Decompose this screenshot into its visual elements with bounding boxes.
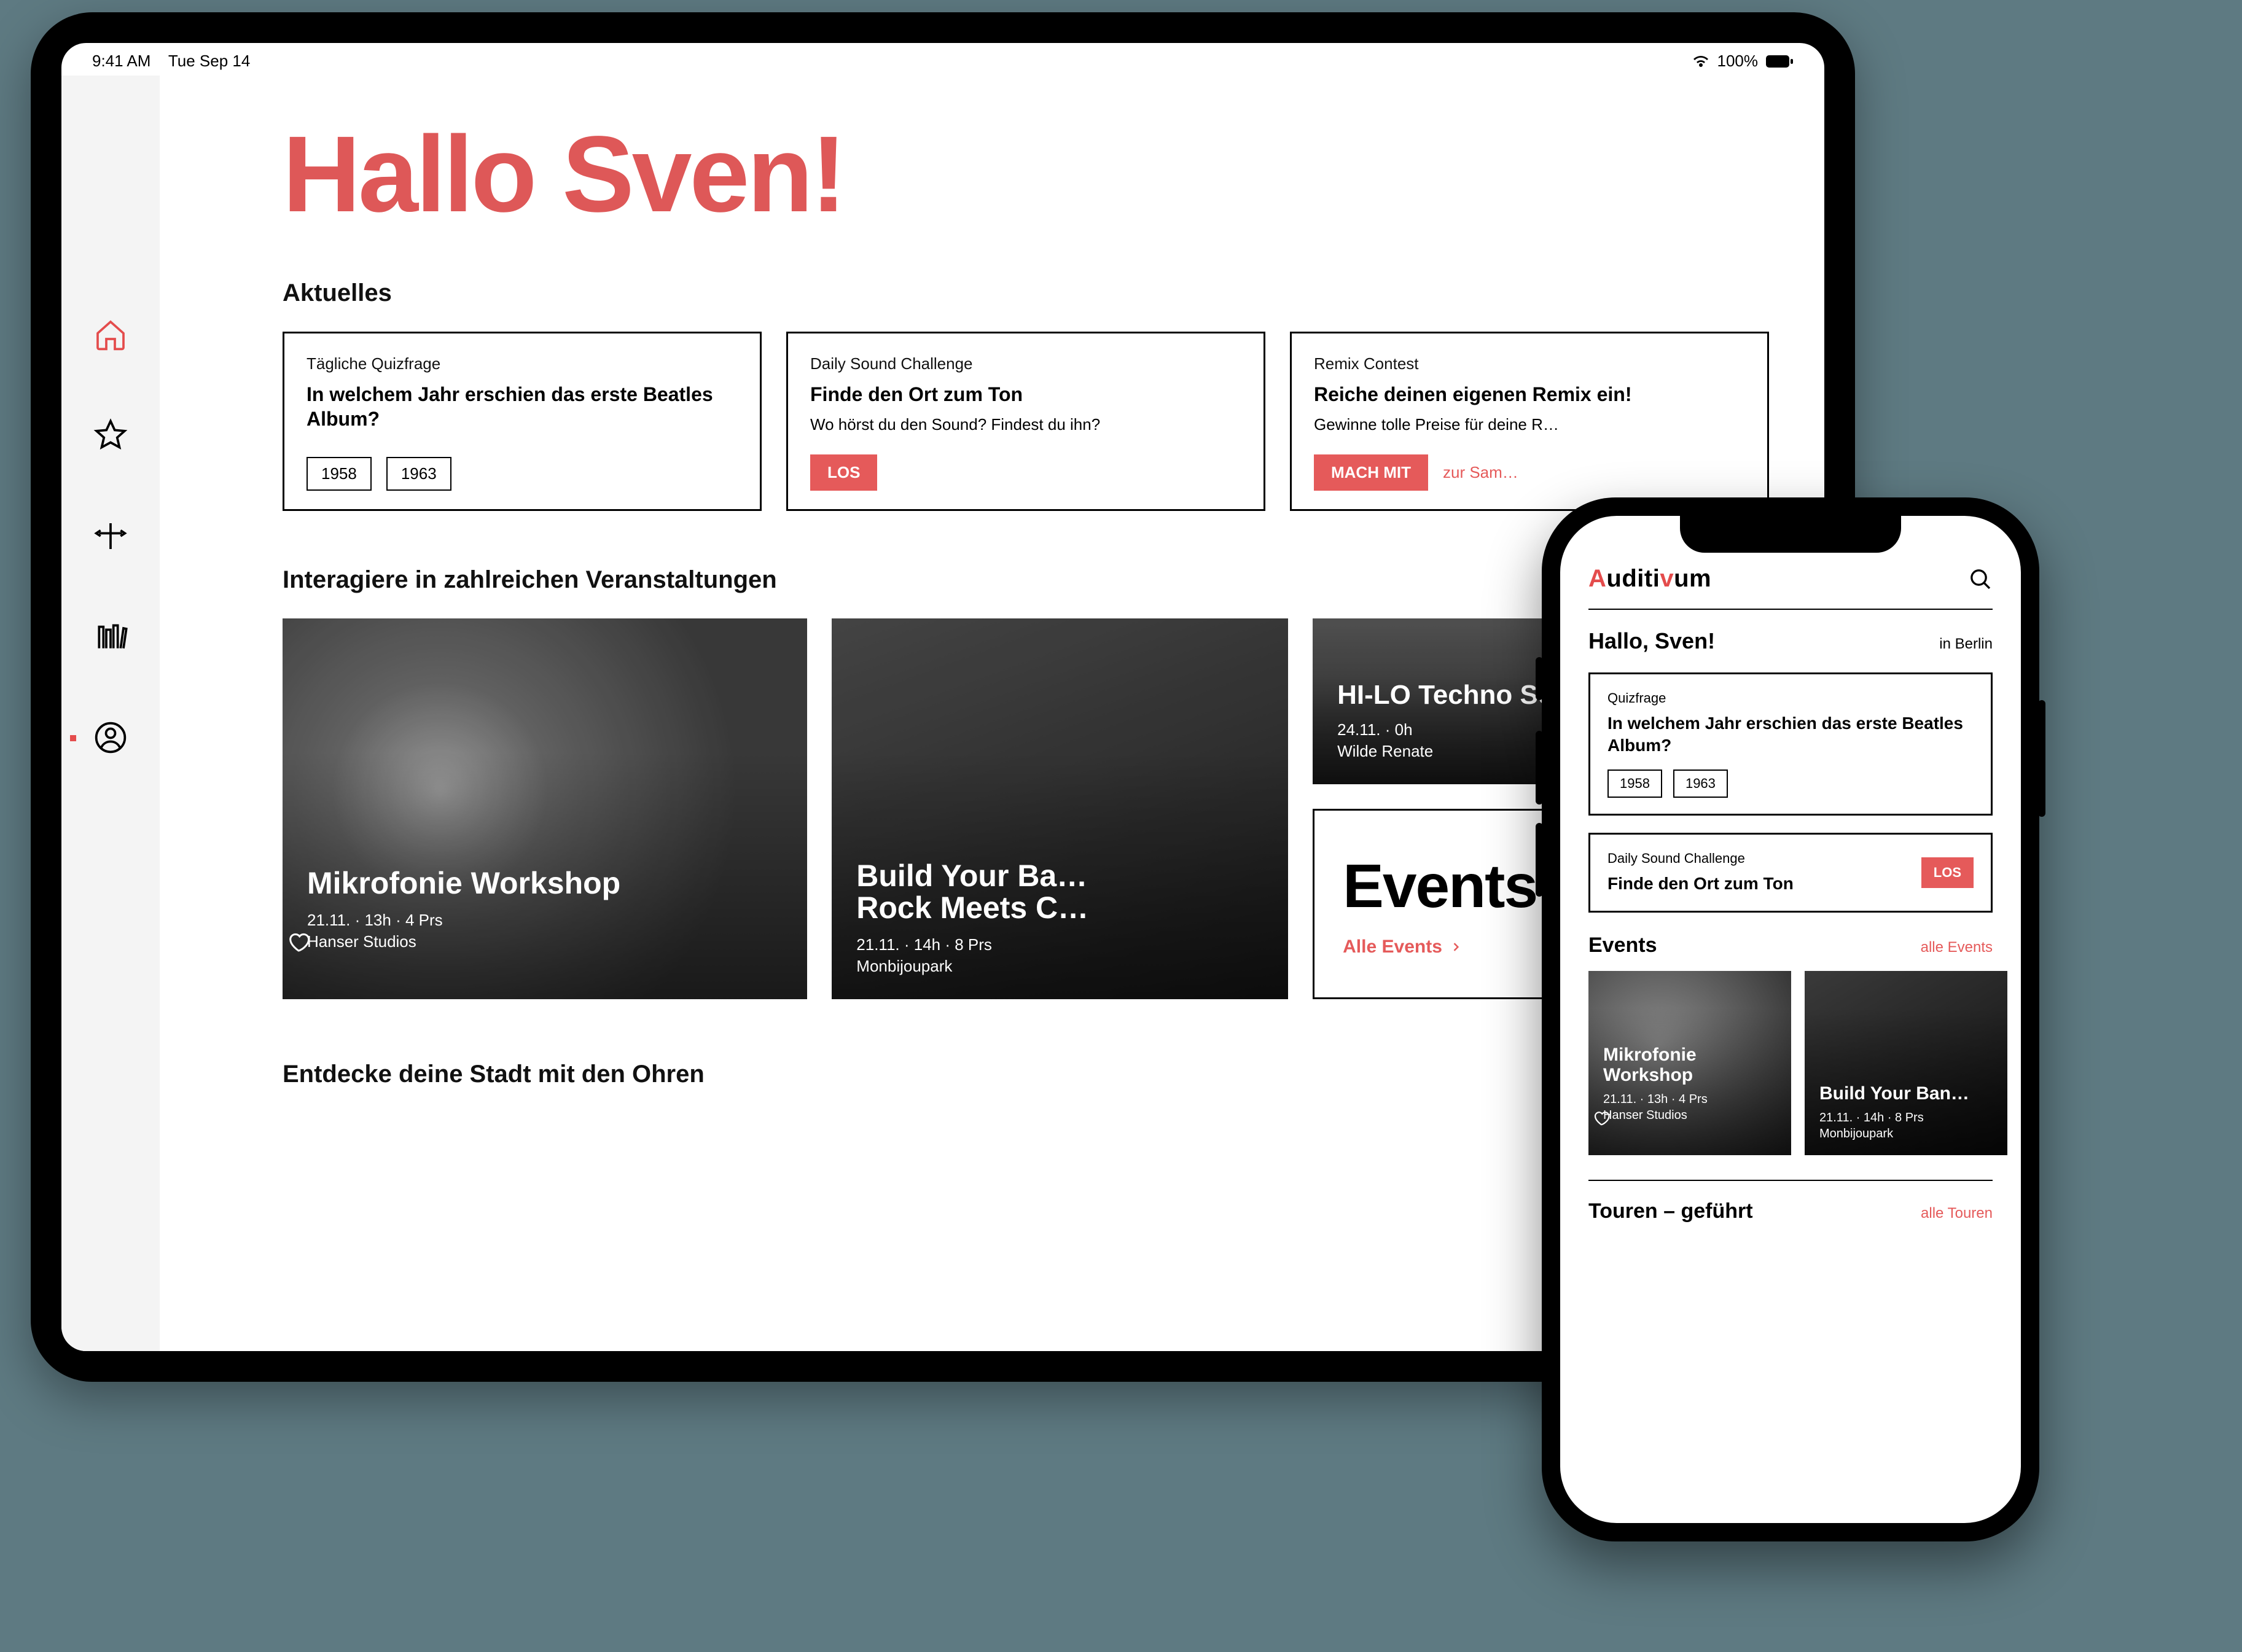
nav-home[interactable]	[91, 315, 130, 354]
all-tours-link[interactable]: alle Touren	[1921, 1205, 1993, 1222]
sammlung-link[interactable]: zur Sam…	[1443, 463, 1518, 482]
chevron-right-icon	[1450, 941, 1462, 953]
iphone-volume-up	[1536, 731, 1543, 805]
nav-explore[interactable]	[91, 516, 130, 556]
status-battery-pct: 100%	[1717, 52, 1759, 71]
app-logo: Auditivum	[1588, 565, 1711, 593]
aktuelles-cards: Tägliche Quizfrage In welchem Jahr ersch…	[283, 332, 1769, 511]
event-title: Build Your Ba… Rock Meets C…	[856, 860, 1264, 924]
iphone-mute-switch	[1536, 657, 1543, 700]
event-title: Build Your Ban…	[1819, 1083, 1993, 1104]
favorite-icon[interactable]	[286, 929, 762, 954]
page-greeting: Hallo Sven!	[283, 112, 1769, 236]
section-title-aktuelles: Aktuelles	[283, 279, 1769, 307]
nav-favorites[interactable]	[91, 416, 130, 455]
event-meta: 21.11. · 14h · 8 Prs	[856, 934, 1264, 956]
sidebar-nav	[61, 76, 160, 1351]
card-headline: In welchem Jahr erschien das erste Beatl…	[307, 382, 738, 431]
status-time: 9:41 AM	[92, 52, 150, 70]
quiz-option-0[interactable]: 1958	[307, 457, 372, 491]
quiz-option-0[interactable]: 1958	[1607, 770, 1662, 798]
quiz-option-1[interactable]: 1963	[386, 457, 451, 491]
iphone-volume-down	[1536, 823, 1543, 897]
phone-section-events: Events	[1588, 933, 1657, 957]
card-headline: Finde den Ort zum Ton	[810, 382, 1241, 407]
favorite-icon[interactable]	[1592, 1108, 1765, 1127]
phone-card-challenge[interactable]: Daily Sound Challenge Finde den Ort zum …	[1588, 833, 1993, 913]
iphone-device-frame: Auditivum Hallo, Sven! in Berlin Quizfra…	[1542, 497, 2039, 1541]
battery-icon	[1765, 55, 1794, 68]
card-eyebrow: Daily Sound Challenge	[1607, 851, 1921, 867]
event-title: Mikrofonie Workshop	[1603, 1045, 1776, 1085]
los-button[interactable]: LOS	[1921, 857, 1974, 888]
notification-dot-icon	[70, 735, 76, 741]
machmit-button[interactable]: MACH MIT	[1314, 454, 1428, 491]
phone-card-quiz[interactable]: Quizfrage In welchem Jahr erschien das e…	[1588, 672, 1993, 816]
status-date: Tue Sep 14	[168, 52, 250, 70]
event-meta: 21.11. · 14h · 8 Prs	[1819, 1110, 1993, 1126]
event-venue: Monbijoupark	[856, 956, 1264, 977]
card-quiz[interactable]: Tägliche Quizfrage In welchem Jahr ersch…	[283, 332, 762, 511]
event-title: Mikrofonie Workshop	[307, 867, 783, 900]
event-venue: Monbijoupark	[1819, 1126, 1993, 1142]
status-bar: 9:41 AM Tue Sep 14 100%	[61, 43, 1824, 76]
card-subtext: Wo hörst du den Sound? Findest du ihn?	[810, 415, 1241, 434]
phone-event-buildband[interactable]: Build Your Ban… 21.11. · 14h · 8 Prs Mon…	[1805, 971, 2007, 1155]
phone-event-mikrofonie[interactable]: Mikrofonie Workshop 21.11. · 13h · 4 Prs…	[1588, 971, 1791, 1155]
card-headline: Finde den Ort zum Ton	[1607, 873, 1921, 895]
search-icon[interactable]	[1968, 567, 1993, 591]
phone-location: in Berlin	[1939, 636, 1993, 653]
card-eyebrow: Remix Contest	[1314, 354, 1745, 373]
app-header: Auditivum	[1588, 565, 1993, 610]
card-sound-challenge[interactable]: Daily Sound Challenge Finde den Ort zum …	[786, 332, 1265, 511]
wifi-icon	[1692, 54, 1710, 69]
iphone-screen: Auditivum Hallo, Sven! in Berlin Quizfra…	[1560, 516, 2021, 1523]
card-eyebrow: Daily Sound Challenge	[810, 354, 1241, 373]
event-tile-buildband[interactable]: Build Your Ba… Rock Meets C… 21.11. · 14…	[832, 618, 1288, 999]
nav-library[interactable]	[91, 617, 130, 657]
los-button[interactable]: LOS	[810, 454, 877, 491]
iphone-side-button	[2038, 700, 2045, 817]
card-remix-contest[interactable]: Remix Contest Reiche deinen eigenen Remi…	[1290, 332, 1769, 511]
all-events-link[interactable]: alle Events	[1921, 939, 1993, 956]
card-headline: In welchem Jahr erschien das erste Beatl…	[1607, 712, 1974, 757]
card-eyebrow: Tägliche Quizfrage	[307, 354, 738, 373]
all-events-label: Alle Events	[1343, 937, 1442, 957]
phone-section-tours: Touren – geführt	[1588, 1199, 1753, 1223]
card-eyebrow: Quizfrage	[1607, 690, 1974, 706]
status-left: 9:41 AM Tue Sep 14	[92, 52, 250, 71]
event-meta: 21.11. · 13h · 4 Prs	[307, 910, 783, 931]
card-headline: Reiche deinen eigenen Remix ein!	[1314, 382, 1745, 407]
iphone-notch	[1680, 516, 1901, 553]
event-tile-mikrofonie[interactable]: Mikrofonie Workshop 21.11. · 13h · 4 Prs…	[283, 618, 807, 999]
event-meta: 21.11. · 13h · 4 Prs	[1603, 1091, 1776, 1107]
phone-events-row[interactable]: Mikrofonie Workshop 21.11. · 13h · 4 Prs…	[1588, 971, 1993, 1155]
card-subtext: Gewinne tolle Preise für deine R…	[1314, 415, 1745, 434]
quiz-option-1[interactable]: 1963	[1673, 770, 1728, 798]
nav-profile[interactable]	[91, 718, 130, 757]
phone-greeting: Hallo, Sven!	[1588, 628, 1715, 654]
status-right: 100%	[1692, 52, 1794, 71]
